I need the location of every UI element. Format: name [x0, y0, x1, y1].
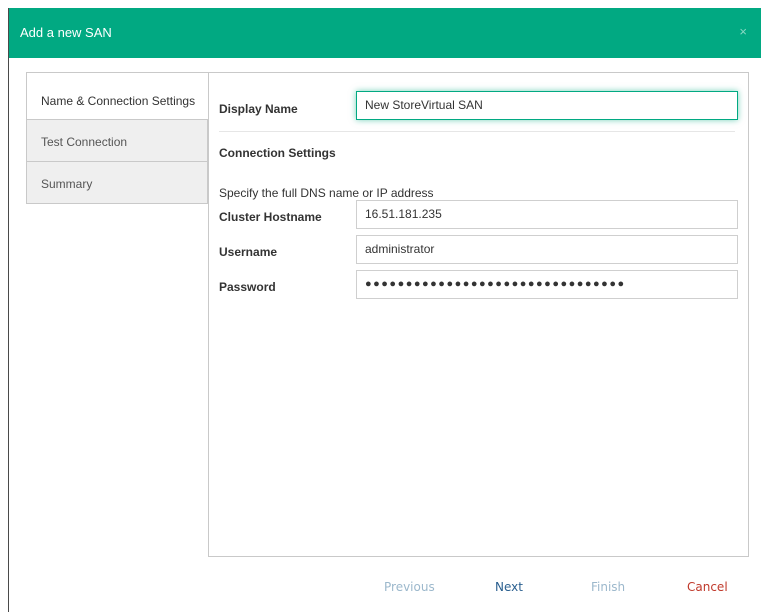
password-input[interactable]: ●●●●●●●●●●●●●●●●●●●●●●●●●●●●●●●●	[356, 270, 738, 299]
step-test-connection[interactable]: Test Connection	[26, 120, 208, 162]
section-divider	[219, 131, 735, 132]
cluster-hostname-input[interactable]: 16.51.181.235	[356, 200, 738, 229]
password-label: Password	[219, 280, 276, 294]
display-name-input[interactable]: New StoreVirtual SAN	[356, 91, 738, 120]
dialog-title: Add a new SAN	[20, 25, 112, 40]
finish-button[interactable]: Finish	[591, 580, 625, 594]
display-name-label: Display Name	[219, 102, 298, 116]
step-name-connection-settings[interactable]: Name & Connection Settings	[26, 72, 208, 120]
username-input[interactable]: administrator	[356, 235, 738, 264]
add-san-dialog: Add a new SAN × Name & Connection Settin…	[8, 8, 761, 612]
close-icon[interactable]: ×	[739, 24, 747, 39]
step-summary[interactable]: Summary	[26, 162, 208, 204]
username-label: Username	[219, 245, 278, 259]
connection-settings-heading: Connection Settings	[219, 146, 336, 160]
dialog-titlebar: Add a new SAN ×	[9, 8, 761, 58]
cluster-hostname-label: Cluster Hostname	[219, 210, 322, 224]
wizard-steps-nav: Name & Connection Settings Test Connecti…	[26, 72, 208, 204]
settings-panel: Display Name New StoreVirtual SAN Connec…	[208, 72, 749, 557]
previous-button[interactable]: Previous	[384, 580, 435, 594]
hostname-hint-text: Specify the full DNS name or IP address	[219, 186, 434, 200]
cancel-button[interactable]: Cancel	[687, 580, 728, 594]
next-button[interactable]: Next	[495, 580, 523, 594]
